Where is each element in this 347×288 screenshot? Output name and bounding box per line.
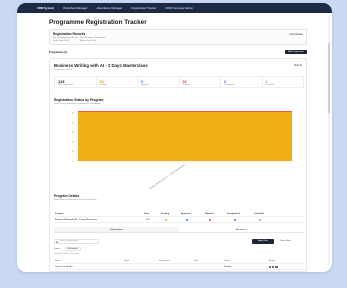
- summary-col1-line2: Name Sep 2024: [53, 40, 69, 42]
- clear-filters-link[interactable]: Clear Filters: [280, 240, 291, 242]
- summary-col2-line2: Name Sep 2024: [80, 40, 96, 42]
- stat-tile: 0 Unregistered: [221, 77, 263, 87]
- registration-summary-heading: Registration Records: [53, 32, 86, 36]
- delete-icon[interactable]: [272, 265, 275, 268]
- y-tick-label: 10: [72, 151, 75, 153]
- col-header-date[interactable]: Date: [194, 260, 198, 262]
- total-cell: 115: [146, 218, 150, 221]
- col-header-status[interactable]: Status: [224, 260, 230, 262]
- programme-card: Business Writing with AI - 2 Days Master…: [49, 58, 307, 272]
- refresh-button[interactable]: Refresh: [294, 65, 302, 67]
- col-header-pending: Pending: [161, 212, 170, 215]
- chart-subtitle-link[interactable]: View details: [90, 103, 101, 105]
- summary-col1-line1: No. of Registration Forms: [53, 37, 78, 39]
- registrant-name-cell: Jessica Tan Hui Min: [55, 265, 73, 268]
- registration-summary-panel: Registration Records No. of Registration…: [49, 29, 307, 45]
- chart-title: Registration Status by Program: [54, 98, 104, 102]
- edit-icon[interactable]: [269, 265, 272, 268]
- stats-row: 115 Total Registrations 51 Pending 0 Approved…: [54, 76, 304, 88]
- col-header-program: Program: [55, 212, 64, 215]
- col-header-email[interactable]: Email: [124, 260, 129, 262]
- apply-filter-button[interactable]: Apply Filter: [252, 239, 274, 244]
- registrant-status-cell: Pending: [224, 265, 232, 268]
- search-icon: [56, 241, 59, 244]
- pending-dot-icon: [165, 218, 168, 221]
- search-placeholder: Search registrations...: [60, 240, 80, 243]
- stat-tile: 51 Rejected: [180, 77, 221, 87]
- col-header-name[interactable]: Name: [55, 260, 60, 262]
- nav-item-registration-tracker[interactable]: Registration Tracker: [131, 6, 156, 10]
- col-header-total: Total: [144, 212, 149, 215]
- col-header-actions: Actions: [269, 259, 276, 262]
- col-header-cancelled: Cancelled: [254, 212, 264, 215]
- col-header-approved: Approved: [181, 212, 191, 215]
- cancelled-dot-icon: [259, 218, 262, 221]
- chart-bar-segment: [78, 111, 292, 112]
- status-select[interactable]: All statuses: [65, 247, 81, 251]
- table-row[interactable]: Jessica Tan Hui Min Pending: [54, 264, 304, 270]
- more-icon[interactable]: [275, 265, 278, 268]
- brand-logo[interactable]: CRM System: [37, 6, 54, 10]
- y-tick-label: 20: [72, 142, 75, 144]
- rejected-dot-icon: [209, 218, 212, 221]
- approved-status-dot: [186, 218, 189, 222]
- nav-item-workshop-manager[interactable]: Workshop Manager: [63, 6, 87, 10]
- approved-dot-icon: [186, 218, 189, 221]
- add-programme-button[interactable]: Add Programme: [285, 50, 307, 54]
- filter-bar: Search registrations... Apply Filter Cle…: [54, 239, 304, 244]
- programme-title: Business Writing with AI - 2 Days Master…: [54, 63, 148, 68]
- stat-label: Cancelled: [265, 83, 274, 86]
- y-tick-label: 30: [72, 132, 75, 134]
- program-details-subtitle: Breakdown of registration status per pro…: [54, 199, 97, 201]
- program-details-title: Program Details: [54, 194, 80, 198]
- status-filter-label: Status: [54, 247, 60, 250]
- stat-label: Unregistered: [224, 83, 235, 86]
- x-category-label: Business Writing with AI - 2 Days Master…: [148, 163, 187, 189]
- registration-status-chart: 0 10 20 30 40 50 Business Writing with AI - 2 …: [72, 111, 294, 189]
- stat-label: Pending: [99, 83, 107, 86]
- entries-count-text: Showing 1 to 10 of 115 entries: [54, 253, 80, 255]
- row-actions: [269, 265, 279, 269]
- search-input[interactable]: Search registrations...: [54, 239, 99, 244]
- stat-tile: 115 Total Registrations: [55, 77, 97, 87]
- y-tick-label: 40: [72, 122, 75, 124]
- tab-registrations[interactable]: Registrations: [54, 227, 179, 232]
- stat-tile: 0 Approved: [138, 77, 180, 87]
- stat-label: Total Registrations: [58, 83, 74, 86]
- chart-subtitle-text: Overview of registrations by programme: [54, 103, 90, 105]
- nav-item-attendance-manager[interactable]: Attendance Manager: [96, 6, 122, 10]
- col-header-programme[interactable]: Programme: [159, 260, 169, 262]
- col-header-unregistered: Unregistered: [227, 212, 240, 215]
- program-name-cell: Business Writing with AI - 2 Days Master…: [55, 218, 98, 221]
- records-tabs: Registrations Attendance: [54, 227, 304, 233]
- main-content: Programme Registration Tracker Registrat…: [17, 13, 332, 272]
- stat-tile: 1 Cancelled: [263, 77, 304, 87]
- rejected-status-dot: [209, 218, 212, 222]
- stat-label: Rejected: [182, 83, 190, 86]
- chart-bar-segment: [78, 111, 292, 161]
- programme-subtitle: Programme details: [54, 69, 73, 71]
- program-details-table: Program Total Pending Approved Rejected …: [54, 211, 304, 223]
- programme-count-label: Programme (1): [49, 51, 68, 54]
- app-window: CRM System Workshop Manager Attendance M…: [17, 3, 332, 272]
- y-tick-label: 0: [73, 161, 75, 163]
- y-tick-label: 50: [72, 113, 75, 115]
- chart-subtitle: Overview of registrations by programme V…: [54, 103, 101, 105]
- tab-attendance[interactable]: Attendance: [179, 227, 304, 232]
- top-navigation-bar: CRM System Workshop Manager Attendance M…: [17, 3, 332, 13]
- view-details-link[interactable]: View Details: [289, 33, 303, 36]
- summary-col2-line1: No. of Unique Participants: [80, 37, 106, 39]
- registrations-table: Name Email Programme Date Status Actions…: [54, 258, 304, 270]
- cancelled-status-dot: [259, 218, 262, 222]
- stat-tile: 51 Pending: [97, 77, 138, 87]
- unregistered-status-dot: [234, 218, 237, 222]
- pending-status-dot: [165, 218, 168, 222]
- nav-item-crm-overview[interactable]: CRM Overview Admin: [165, 6, 192, 10]
- stat-label: Approved: [141, 83, 150, 86]
- table-row[interactable]: Business Writing with AI - 2 Days Master…: [54, 217, 304, 223]
- page-title: Programme Registration Tracker: [49, 19, 147, 26]
- col-header-rejected: Rejected: [205, 212, 214, 215]
- unregistered-dot-icon: [234, 218, 237, 221]
